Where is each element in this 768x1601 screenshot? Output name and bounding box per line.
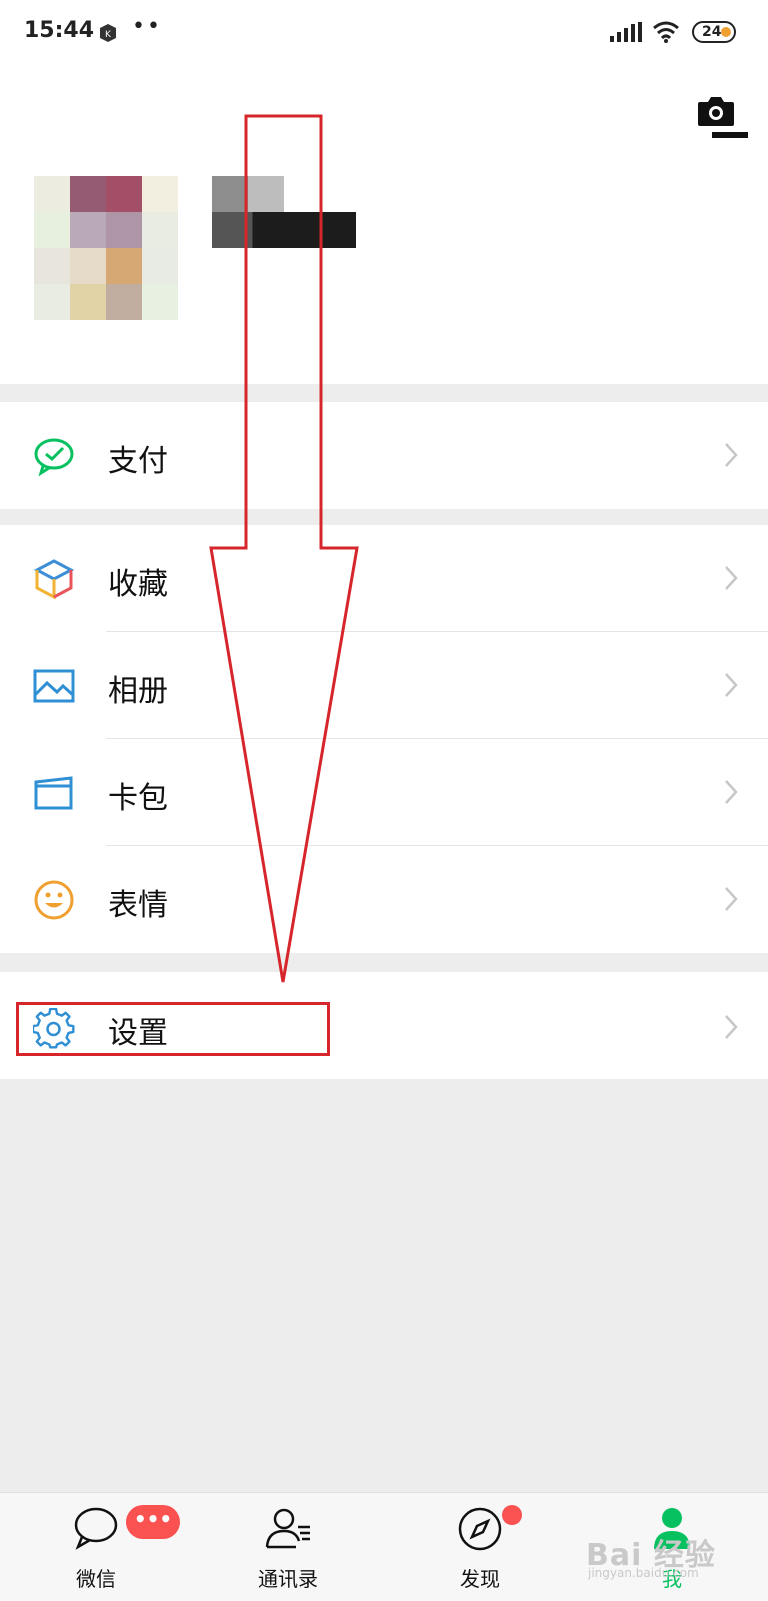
avatar-pixel [34,284,70,320]
status-time: 15:44 [24,18,95,43]
smiley-icon [33,879,75,921]
menu-item-cards[interactable]: 卡包 [0,739,768,846]
menu-item-label: 相册 [108,674,168,709]
avatar-pixel [106,212,142,248]
cube-icon [33,558,75,600]
unread-badge: ••• [126,1505,180,1539]
battery-icon: 24 [692,21,736,43]
avatar-pixel [142,176,178,212]
chevron-right-icon [724,442,738,472]
avatar-pixel [70,284,106,320]
menu-item-label: 卡包 [108,781,168,816]
menu-group-settings: 设置 [0,972,768,1079]
chevron-right-icon [724,886,738,916]
tab-label: 发现 [460,1567,500,1591]
avatar-pixel [70,176,106,212]
battery-level: 24 [702,24,722,40]
avatar-pixel [34,212,70,248]
menu-group-main: 收藏 相册 卡包 表情 [0,525,768,953]
avatar[interactable] [34,176,178,320]
watermark-url: jingyan.baidu.com [588,1566,699,1580]
avatar-pixel [106,176,142,212]
picture-icon [33,665,75,707]
avatar-pixel [142,248,178,284]
tab-discover[interactable]: 发现 [400,1493,560,1601]
wifi-icon [652,20,680,48]
chevron-right-icon [724,1014,738,1044]
menu-item-label: 表情 [108,888,168,923]
chevron-right-icon [724,672,738,702]
battery-charging-dot [721,27,731,37]
avatar-pixel [142,212,178,248]
avatar-pixel [106,248,142,284]
tab-chats[interactable]: ••• 微信 [16,1493,180,1601]
card-icon [33,772,75,814]
menu-item-label: 设置 [108,1016,168,1051]
menu-item-album[interactable]: 相册 [0,632,768,739]
wechat-pay-icon [33,435,75,477]
avatar-pixel [34,176,70,212]
menu-item-label: 支付 [108,444,168,479]
chat-bubble-icon [72,1505,120,1553]
gear-icon [31,1007,75,1050]
status-dots: •• [132,14,162,39]
avatar-pixel [70,248,106,284]
menu-item-settings[interactable]: 设置 [0,972,768,1079]
menu-item-pay[interactable]: 支付 [0,402,768,509]
camera-underline [712,132,748,138]
avatar-pixel [70,212,106,248]
menu-group-pay: 支付 [0,402,768,509]
new-dot-badge [502,1505,522,1525]
app-notification-icon: K [96,20,120,44]
profile-header[interactable] [0,70,768,384]
contacts-icon [264,1505,312,1553]
chevron-right-icon [724,565,738,595]
menu-item-favorites[interactable]: 收藏 [0,525,768,632]
tab-contacts[interactable]: 通讯录 [208,1493,368,1601]
menu-item-label: 收藏 [108,567,168,602]
compass-icon [456,1505,504,1553]
tab-label: 通讯录 [258,1567,318,1591]
nickname-redacted [212,176,284,212]
chevron-right-icon [724,779,738,809]
avatar-pixel [106,284,142,320]
signal-icon [610,22,642,48]
tab-label: 微信 [76,1567,116,1591]
wechat-id-redacted [212,212,356,248]
status-bar: 15:44 K •• 24 [0,0,768,70]
camera-icon[interactable] [696,94,736,132]
menu-item-stickers[interactable]: 表情 [0,846,768,953]
avatar-pixel [34,248,70,284]
avatar-pixel [142,284,178,320]
